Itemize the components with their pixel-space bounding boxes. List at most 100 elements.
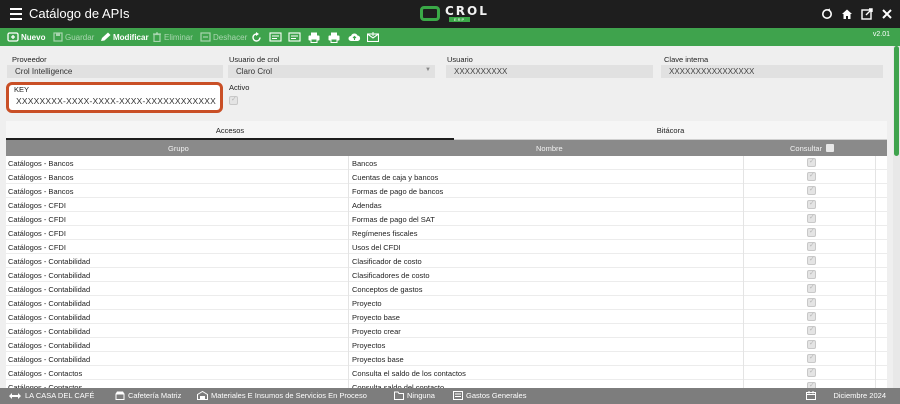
api-key-field[interactable]: KEY XXXXXXXX-XXXX-XXXX-XXXX-XXXXXXXXXXXX bbox=[6, 82, 223, 113]
period-status[interactable]: Diciembre 2024 bbox=[806, 391, 886, 400]
consultar-checkbox[interactable] bbox=[807, 353, 816, 363]
user-field[interactable]: XXXXXXXXXX bbox=[446, 65, 653, 78]
import-icon[interactable] bbox=[269, 31, 284, 43]
consultar-checkbox[interactable] bbox=[807, 297, 816, 307]
page-scrollbar-thumb[interactable] bbox=[894, 46, 899, 156]
consultar-checkbox[interactable] bbox=[807, 339, 816, 349]
cell-grupo: Catálogos - CFDI bbox=[8, 229, 66, 238]
column-divider bbox=[348, 366, 349, 380]
close-icon[interactable] bbox=[880, 7, 894, 21]
consultar-checkbox[interactable] bbox=[807, 157, 816, 167]
refresh-tool-icon[interactable] bbox=[251, 31, 264, 43]
column-divider bbox=[743, 212, 744, 226]
expense-status[interactable]: Gastos Generales bbox=[453, 391, 526, 400]
column-divider bbox=[743, 268, 744, 282]
new-button[interactable]: Nuevo bbox=[7, 31, 45, 43]
export-tool-icon[interactable] bbox=[288, 31, 303, 43]
cell-grupo: Catálogos - CFDI bbox=[8, 243, 66, 252]
table-row[interactable]: Catálogos - Contactos Consulta saldo del … bbox=[6, 380, 887, 388]
table-row[interactable]: Catálogos - Bancos Cuentas de caja y banc… bbox=[6, 170, 887, 184]
warehouse-icon bbox=[197, 391, 208, 400]
calendar-icon bbox=[806, 391, 817, 400]
cell-nombre: Proyectos bbox=[352, 341, 386, 350]
consultar-checkbox[interactable] bbox=[807, 227, 816, 237]
column-divider bbox=[875, 212, 876, 226]
branch-status[interactable]: Cafetería Matriz bbox=[115, 391, 181, 400]
internal-key-field[interactable]: XXXXXXXXXXXXXXXX bbox=[661, 65, 883, 78]
cell-grupo: Catálogos - Contabilidad bbox=[8, 355, 91, 364]
cell-grupo: Catálogos - Contabilidad bbox=[8, 285, 91, 294]
table-row[interactable]: Catálogos - Contactos Consulta el saldo d… bbox=[6, 366, 887, 380]
undo-button[interactable]: Deshacer bbox=[200, 31, 247, 43]
consultar-checkbox[interactable] bbox=[807, 311, 816, 321]
cell-grupo: Catálogos - Contabilidad bbox=[8, 327, 91, 336]
provider-field[interactable]: Crol Intelligence bbox=[7, 65, 223, 78]
column-divider bbox=[348, 352, 349, 366]
consultar-checkbox[interactable] bbox=[807, 241, 816, 251]
crol-user-select[interactable]: Claro Crol ▼ bbox=[228, 65, 435, 78]
table-row[interactable]: Catálogos - Contabilidad Conceptos de gas… bbox=[6, 282, 887, 296]
table-row[interactable]: Catálogos - CFDI Formas de pago del SAT bbox=[6, 212, 887, 226]
table-row[interactable]: Catálogos - Contabilidad Proyecto bbox=[6, 296, 887, 310]
select-all-checkbox[interactable] bbox=[826, 144, 834, 152]
table-row[interactable]: Catálogos - Contabilidad Clasificador de … bbox=[6, 254, 887, 268]
consultar-checkbox[interactable] bbox=[807, 213, 816, 223]
cloud-upload-icon[interactable] bbox=[348, 31, 363, 43]
column-divider bbox=[348, 254, 349, 268]
column-divider bbox=[743, 324, 744, 338]
cell-grupo: Catálogos - Contabilidad bbox=[8, 271, 91, 280]
consultar-checkbox[interactable] bbox=[807, 269, 816, 279]
save-button[interactable]: Guardar bbox=[53, 31, 94, 43]
table-row[interactable]: Catálogos - Contabilidad Proyectos base bbox=[6, 352, 887, 366]
column-header-nombre[interactable]: Nombre bbox=[536, 144, 563, 153]
table-row[interactable]: Catálogos - CFDI Usos del CFDI bbox=[6, 240, 887, 254]
table-row[interactable]: Catálogos - Contabilidad Proyecto base bbox=[6, 310, 887, 324]
table-row[interactable]: Catálogos - CFDI Regímenes fiscales bbox=[6, 226, 887, 240]
export-icon[interactable] bbox=[860, 7, 874, 21]
version-label: v2.01 bbox=[872, 31, 890, 38]
print-icon[interactable] bbox=[308, 31, 322, 43]
table-header: Grupo Nombre Consultar bbox=[6, 140, 887, 156]
cell-grupo: Catálogos - Contabilidad bbox=[8, 341, 91, 350]
table-row[interactable]: Catálogos - CFDI Adendas bbox=[6, 198, 887, 212]
consultar-checkbox[interactable] bbox=[807, 367, 816, 377]
consultar-checkbox[interactable] bbox=[807, 185, 816, 195]
user-label: Usuario bbox=[447, 55, 473, 64]
window-title: Catálogo de APIs bbox=[29, 6, 130, 21]
tab-accesos[interactable]: Accesos bbox=[6, 121, 454, 140]
print-preview-icon[interactable] bbox=[328, 31, 342, 43]
delete-button[interactable]: Eliminar bbox=[152, 31, 193, 43]
table-row[interactable]: Catálogos - Bancos Formas de pago de banc… bbox=[6, 184, 887, 198]
mail-icon[interactable] bbox=[367, 31, 381, 43]
tab-bitacora[interactable]: Bitácora bbox=[454, 121, 887, 140]
consultar-checkbox[interactable] bbox=[807, 283, 816, 293]
column-divider bbox=[348, 268, 349, 282]
active-checkbox[interactable] bbox=[229, 95, 238, 105]
company-status[interactable]: LA CASA DEL CAFÉ bbox=[8, 391, 94, 400]
consultar-checkbox[interactable] bbox=[807, 325, 816, 335]
column-divider bbox=[743, 170, 744, 184]
column-divider bbox=[743, 282, 744, 296]
cell-grupo: Catálogos - CFDI bbox=[8, 201, 66, 210]
warehouse-status[interactable]: Materiales E Insumos de Servicios En Pro… bbox=[197, 391, 367, 400]
table-row[interactable]: Catálogos - Contabilidad Clasificadores d… bbox=[6, 268, 887, 282]
edit-button[interactable]: Modificar bbox=[100, 31, 149, 43]
column-header-consultar[interactable]: Consultar bbox=[790, 144, 822, 153]
consultar-checkbox[interactable] bbox=[807, 255, 816, 265]
column-header-grupo[interactable]: Grupo bbox=[168, 144, 189, 153]
column-divider bbox=[348, 212, 349, 226]
column-divider bbox=[875, 380, 876, 388]
table-row[interactable]: Catálogos - Bancos Bancos bbox=[6, 156, 887, 170]
column-divider bbox=[875, 240, 876, 254]
menu-icon[interactable] bbox=[10, 8, 22, 20]
column-divider bbox=[348, 296, 349, 310]
consultar-checkbox[interactable] bbox=[807, 171, 816, 181]
table-row[interactable]: Catálogos - Contabilidad Proyecto crear bbox=[6, 324, 887, 338]
project-status[interactable]: Ninguna bbox=[394, 391, 435, 400]
table-row[interactable]: Catálogos - Contabilidad Proyectos bbox=[6, 338, 887, 352]
refresh-icon[interactable] bbox=[820, 7, 834, 21]
consultar-checkbox[interactable] bbox=[807, 199, 816, 209]
logo-mark bbox=[420, 6, 440, 21]
home-icon[interactable] bbox=[840, 7, 854, 21]
column-divider bbox=[875, 156, 876, 170]
